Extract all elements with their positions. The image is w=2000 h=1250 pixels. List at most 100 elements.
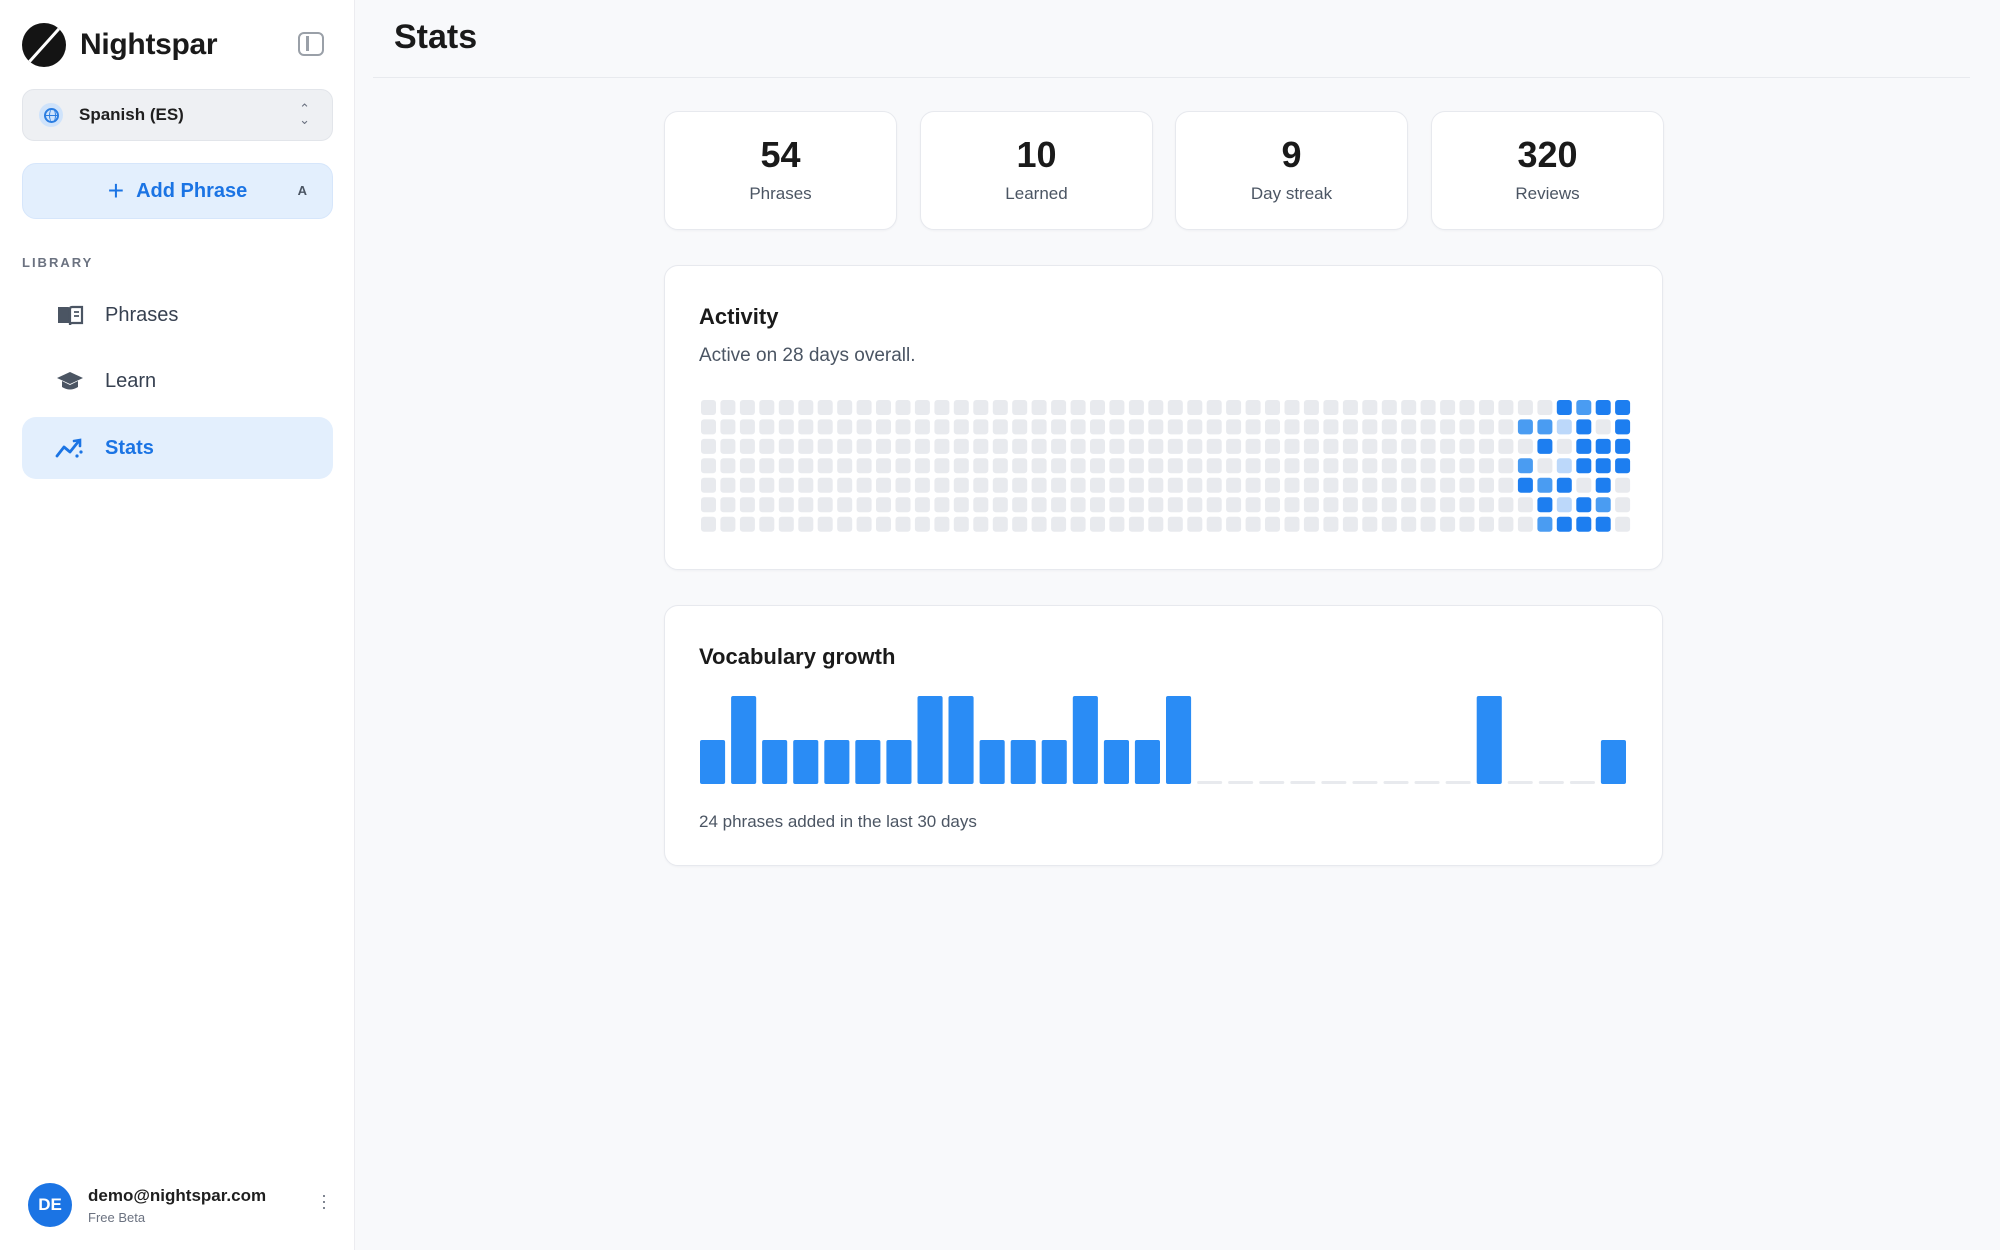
activity-cell [1381, 438, 1397, 454]
activity-cell [1012, 497, 1028, 513]
activity-cell [817, 477, 833, 493]
activity-cell [720, 497, 736, 513]
more-vertical-icon[interactable]: · · · [320, 1186, 328, 1216]
activity-cell [1401, 497, 1417, 513]
activity-cell [1479, 497, 1494, 513]
activity-cell [837, 419, 853, 435]
activity-cell [876, 400, 891, 415]
activity-cell [1167, 497, 1183, 513]
activity-cell [856, 497, 872, 513]
activity-cell [1128, 497, 1144, 513]
activity-cell [1206, 400, 1222, 415]
activity-cell [1459, 497, 1475, 513]
vocabulary-bar [1134, 740, 1160, 784]
activity-cell [1615, 497, 1631, 513]
activity-cell [1303, 419, 1319, 435]
activity-cell [1226, 419, 1242, 435]
activity-cell [701, 458, 716, 474]
activity-cell [778, 477, 794, 493]
activity-cell [1226, 516, 1242, 532]
activity-cell [876, 438, 891, 454]
activity-cell [701, 419, 716, 435]
activity-cell [701, 438, 716, 454]
activity-summary: Active on 28 days overall. [699, 345, 916, 366]
vocabulary-bar [1414, 781, 1440, 784]
activity-cell [1167, 516, 1183, 532]
stat-card-reviews: 320 Reviews [1431, 111, 1664, 230]
activity-cell [1323, 438, 1339, 454]
sidebar-item-label: Learn [105, 369, 157, 392]
activity-cell [1012, 477, 1028, 493]
activity-cell [1245, 516, 1261, 532]
activity-cell [1148, 400, 1164, 415]
sidebar-item-learn[interactable]: Learn [22, 350, 333, 412]
activity-cell [1128, 458, 1144, 474]
activity-cell [739, 438, 755, 454]
activity-cell [1284, 400, 1300, 415]
activity-cell [1226, 477, 1242, 493]
activity-cell [701, 516, 716, 532]
activity-cell [1517, 438, 1533, 454]
activity-cell [1420, 497, 1436, 513]
sidebar-item-stats[interactable]: Stats [22, 417, 333, 479]
activity-cell [1479, 438, 1494, 454]
activity-cell [992, 419, 1008, 435]
user-email: demo@nightspar.com [88, 1185, 267, 1205]
language-label: Spanish (ES) [79, 105, 184, 124]
activity-cell [817, 400, 833, 415]
activity-cell [817, 458, 833, 474]
activity-cell [837, 458, 853, 474]
activity-cell [1051, 400, 1067, 415]
activity-cell [1090, 400, 1105, 415]
activity-panel: Activity Active on 28 days overall. [664, 265, 1663, 570]
activity-cell [1576, 438, 1592, 454]
activity-cell [973, 458, 989, 474]
sidebar-toggle-icon[interactable] [298, 32, 324, 56]
activity-cell [1206, 438, 1222, 454]
activity-cell [1051, 438, 1067, 454]
activity-cell [1109, 438, 1125, 454]
add-phrase-shortcut: A [297, 183, 307, 198]
brand[interactable]: Nightspar [22, 22, 218, 68]
activity-cell [1303, 400, 1319, 415]
activity-cell [1440, 497, 1456, 513]
activity-cell [1323, 400, 1339, 415]
activity-cell [1167, 400, 1183, 415]
activity-cell [1167, 419, 1183, 435]
activity-cell [739, 419, 755, 435]
activity-cell [1265, 400, 1280, 415]
vocabulary-bar [1197, 781, 1223, 784]
add-phrase-button[interactable]: + Add Phrase A [22, 163, 333, 219]
activity-cell [1284, 516, 1300, 532]
activity-cell [876, 497, 891, 513]
activity-cell [1498, 516, 1514, 532]
activity-cell [1479, 458, 1494, 474]
activity-cell [1498, 400, 1514, 415]
activity-cell [1187, 400, 1203, 415]
user-menu[interactable]: DE demo@nightspar.com Free Beta · · · [28, 1180, 328, 1230]
activity-cell [798, 458, 814, 474]
activity-cell [1537, 516, 1553, 532]
vocabulary-bar [1166, 696, 1192, 784]
activity-cell [1323, 419, 1339, 435]
activity-cell [992, 438, 1008, 454]
activity-cell [1440, 419, 1456, 435]
activity-cell [1303, 438, 1319, 454]
activity-cell [1148, 438, 1164, 454]
activity-cell [720, 516, 736, 532]
activity-cell [1284, 419, 1300, 435]
activity-cell [914, 419, 930, 435]
vocabulary-bar [1321, 781, 1347, 784]
activity-cell [992, 400, 1008, 415]
vocabulary-panel: Vocabulary growth 24 phrases added in th… [664, 605, 1663, 866]
activity-cell [914, 477, 930, 493]
activity-cell [701, 477, 716, 493]
activity-cell [1362, 438, 1378, 454]
sidebar-item-phrases[interactable]: Phrases [22, 284, 333, 346]
activity-cell [934, 458, 950, 474]
activity-cell [1440, 477, 1456, 493]
activity-cell [778, 458, 794, 474]
language-selector[interactable]: Spanish (ES) ⌃ ⌄ [22, 89, 333, 141]
activity-cell [1323, 458, 1339, 474]
activity-cell [1342, 438, 1358, 454]
